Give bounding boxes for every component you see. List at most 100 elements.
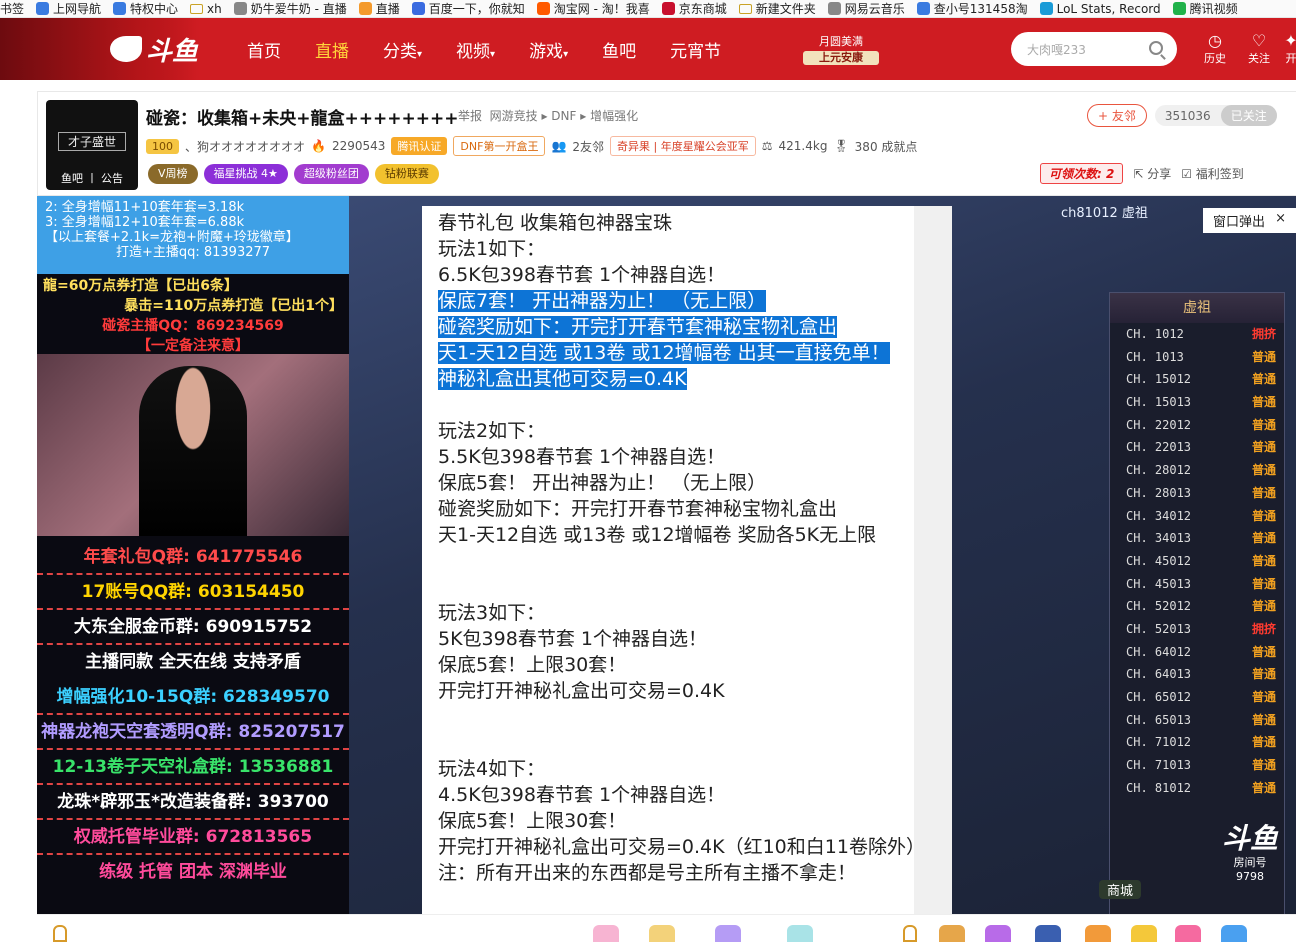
- more-button[interactable]: ✦开: [1284, 32, 1296, 66]
- notice-row: 4.5K包398春节套 1个神器自选！: [438, 782, 936, 808]
- bookmark-item[interactable]: 书签: [0, 0, 24, 17]
- bookmark-item[interactable]: 直播: [359, 0, 400, 17]
- channel-row[interactable]: CH. 71012普通: [1110, 731, 1284, 754]
- streamer-avatar[interactable]: 才子盛世 鱼吧 丨 公告: [46, 100, 138, 190]
- channel-row[interactable]: CH. 34012普通: [1110, 505, 1284, 528]
- guild-badge[interactable]: 奇异果 | 年度星耀公会亚军: [610, 136, 756, 156]
- report-link[interactable]: 举报: [458, 109, 482, 123]
- channel-row[interactable]: CH. 45013普通: [1110, 573, 1284, 596]
- channel-row[interactable]: CH. 81012普通: [1110, 777, 1284, 800]
- nav-item-label: 游戏: [529, 42, 563, 62]
- gift-envelope-icon[interactable]: [1131, 925, 1157, 942]
- bookmark-item[interactable]: 上网导航: [36, 0, 101, 17]
- category-breadcrumb[interactable]: 网游竞技 ▸ DNF ▸ 增幅强化: [490, 109, 638, 123]
- promo-line: 暴击=110万点券打造【已出1个】: [43, 296, 343, 316]
- add-friend-button[interactable]: + 友邻: [1087, 104, 1147, 127]
- bookmark-item[interactable]: LoL Stats, Record: [1040, 2, 1161, 16]
- owner-name[interactable]: 、狗オオオオオオオオ: [185, 138, 305, 155]
- chevron-down-icon: ▾: [417, 49, 422, 60]
- channel-row[interactable]: CH. 15012普通: [1110, 368, 1284, 391]
- douyu-logo[interactable]: 斗鱼: [110, 30, 198, 68]
- channel-row[interactable]: CH. 52012普通: [1110, 595, 1284, 618]
- notice-row: 玩法3如下：: [438, 600, 936, 626]
- notice-scrollbar[interactable]: [914, 206, 952, 914]
- bookmark-item[interactable]: 查小号131458淘: [917, 0, 1028, 17]
- channel-row[interactable]: CH. 65012普通: [1110, 686, 1284, 709]
- price-line: 3: 全身增幅12+10套年套=6.88k: [45, 215, 341, 230]
- fans-club-pill[interactable]: 超级粉丝团: [294, 164, 369, 184]
- channel-row[interactable]: CH. 34013普通: [1110, 527, 1284, 550]
- gift-plane-icon[interactable]: [1085, 925, 1111, 942]
- bookmark-item[interactable]: 京东商城: [662, 0, 727, 17]
- history-button[interactable]: ◷历史: [1200, 32, 1230, 66]
- channel-row[interactable]: CH. 28012普通: [1110, 459, 1284, 482]
- room-pills: V周榜 福星挑战 4★ 超级粉丝团 钻粉联赛: [148, 164, 439, 184]
- lantern-festival-banner[interactable]: 月圆美满上元安康: [803, 35, 879, 65]
- avatar-footer[interactable]: 鱼吧 丨 公告: [46, 170, 138, 186]
- search-input[interactable]: 大肉嘎233: [1011, 32, 1177, 66]
- notice-line: 5.5K包398春节套 1个神器自选！: [438, 446, 725, 468]
- diamond-league-pill[interactable]: 钻粉联赛: [375, 164, 439, 184]
- channel-row[interactable]: CH. 22013普通: [1110, 436, 1284, 459]
- gift-car-icon[interactable]: [985, 925, 1011, 942]
- channel-row[interactable]: CH. 28013普通: [1110, 482, 1284, 505]
- gift-arrow-icon[interactable]: [939, 925, 965, 942]
- week-rank-pill[interactable]: V周榜: [148, 164, 198, 184]
- webcam-feed: [37, 354, 349, 536]
- followed-button[interactable]: 已关注: [1221, 105, 1277, 126]
- gift-checkbox-icon[interactable]: [53, 925, 67, 942]
- bookmark-item[interactable]: 新建文件夹: [739, 0, 816, 17]
- channel-row[interactable]: CH. 15013普通: [1110, 391, 1284, 414]
- channel-id: CH. 65013: [1126, 709, 1191, 732]
- channel-row[interactable]: CH. 1012拥挤: [1110, 323, 1284, 346]
- channel-row[interactable]: CH. 65013普通: [1110, 709, 1284, 732]
- channel-row[interactable]: CH. 71013普通: [1110, 754, 1284, 777]
- nav-item[interactable]: 视频▾: [439, 37, 512, 62]
- nav-item[interactable]: 分类▾: [366, 37, 439, 62]
- qq-group-line: 增幅强化10-15Q群: 628349570: [37, 680, 349, 715]
- bookmark-item[interactable]: 淘宝网 - 淘！我喜: [537, 0, 650, 17]
- notice-row: 6.5K包398春节套 1个神器自选！: [438, 262, 936, 288]
- video-player[interactable]: 2: 全身增幅11+10套年套=3.18k3: 全身增幅12+10套年套=6.8…: [37, 196, 1296, 914]
- bookmark-item[interactable]: 网易云音乐: [828, 0, 905, 17]
- checkin-button[interactable]: ☑ 福利签到: [1181, 165, 1244, 182]
- channel-row[interactable]: CH. 64013普通: [1110, 663, 1284, 686]
- avatar-tag: 才子盛世: [58, 132, 126, 151]
- channel-row[interactable]: CH. 64012普通: [1110, 641, 1284, 664]
- friends-count[interactable]: 2友邻: [572, 138, 604, 155]
- notice-line: 碰瓷奖励如下：开完打开春节套神秘宝物礼盒出: [438, 316, 837, 338]
- channel-row[interactable]: CH. 45012普通: [1110, 550, 1284, 573]
- channel-row[interactable]: CH. 52013拥挤: [1110, 618, 1284, 641]
- gift-fun-icon[interactable]: [1175, 925, 1201, 942]
- channel-id: CH. 71013: [1126, 754, 1191, 777]
- channel-id: CH. 1013: [1126, 346, 1184, 369]
- bookmark-item[interactable]: 奶牛爱牛奶 - 直播: [234, 0, 347, 17]
- bookmark-item[interactable]: 腾讯视频: [1173, 0, 1238, 17]
- gift-checkbox2-icon[interactable]: [903, 925, 917, 942]
- nav-item[interactable]: 首页: [230, 37, 298, 62]
- bookmark-item[interactable]: 特权中心: [113, 0, 178, 17]
- nav-item[interactable]: 元宵节: [653, 37, 738, 62]
- channel-row[interactable]: CH. 22012普通: [1110, 414, 1284, 437]
- close-icon[interactable]: ×: [1275, 211, 1286, 226]
- gift-fun2-icon[interactable]: [1221, 925, 1247, 942]
- channel-status: 普通: [1252, 505, 1276, 528]
- nav-item[interactable]: 游戏▾: [512, 37, 585, 62]
- gift-crown-icon[interactable]: [649, 925, 675, 942]
- popout-window-button[interactable]: 窗口弹出 ×: [1203, 208, 1296, 233]
- gift-crystal-icon[interactable]: [787, 925, 813, 942]
- follow-button[interactable]: ♡关注: [1244, 32, 1274, 66]
- gift-diamond-icon[interactable]: [715, 925, 741, 942]
- share-button[interactable]: ⇱ 分享: [1133, 165, 1171, 182]
- nav-item[interactable]: 鱼吧: [585, 37, 653, 62]
- star-challenge-pill[interactable]: 福星挑战 4★: [204, 164, 288, 184]
- search-icon[interactable]: [1149, 41, 1163, 55]
- rocket-claim-button[interactable]: 可领次数: 2: [1040, 163, 1123, 184]
- bookmark-item[interactable]: xh: [190, 2, 222, 16]
- gift-heart-icon[interactable]: [593, 925, 619, 942]
- price-list-overlay: 2: 全身增幅11+10套年套=3.18k3: 全身增幅12+10套年套=6.8…: [37, 196, 349, 274]
- bookmark-item[interactable]: 百度一下，你就知: [412, 0, 525, 17]
- gift-rocket-icon[interactable]: [1035, 925, 1061, 942]
- channel-row[interactable]: CH. 1013普通: [1110, 346, 1284, 369]
- nav-item[interactable]: 直播: [298, 37, 366, 62]
